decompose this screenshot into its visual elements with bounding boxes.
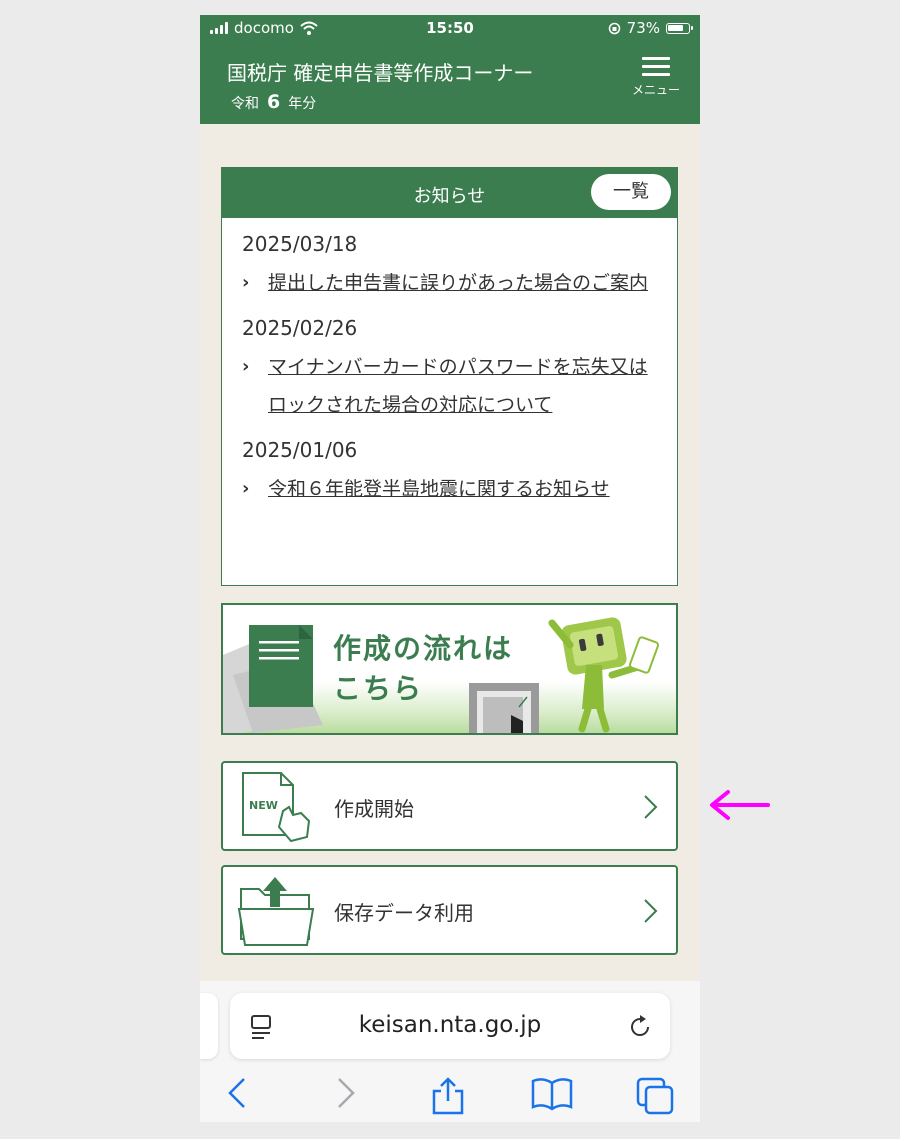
status-right: 73%: [608, 19, 693, 37]
orientation-lock-icon: [608, 22, 620, 34]
use-saved-data-button[interactable]: 保存データ利用: [221, 865, 678, 955]
reload-icon[interactable]: [626, 1013, 654, 1041]
flow-guide-banner[interactable]: 作成の流れは こちら: [221, 603, 678, 735]
back-icon[interactable]: [226, 1077, 250, 1109]
notice-item[interactable]: › 令和６年能登半島地震に関するお知らせ: [242, 470, 657, 508]
previous-tab-edge[interactable]: [200, 993, 218, 1059]
notice-panel: お知らせ 一覧 2025/03/18 › 提出した申告書に誤りがあった場合のご案…: [221, 167, 678, 586]
use-saved-data-label: 保存データ利用: [334, 901, 474, 925]
url-text[interactable]: keisan.nta.go.jp: [230, 1012, 670, 1038]
chevron-right-icon: ›: [242, 356, 250, 377]
start-creation-label: 作成開始: [334, 797, 414, 821]
notice-header: お知らせ 一覧: [222, 168, 677, 218]
browser-toolbar: [200, 1069, 700, 1122]
notice-link[interactable]: 提出した申告書に誤りがあった場合のご案内: [268, 264, 648, 302]
chevron-right-icon: [644, 795, 658, 819]
site-title[interactable]: 国税庁 確定申告書等作成コーナー: [227, 57, 533, 86]
share-icon[interactable]: [430, 1077, 466, 1115]
notice-list: 2025/03/18 › 提出した申告書に誤りがあった場合のご案内 2025/0…: [222, 218, 677, 508]
notice-list-button[interactable]: 一覧: [591, 174, 671, 210]
year-suffix: 年分: [288, 96, 317, 112]
notice-link[interactable]: マイナンバーカードのパスワードを忘失又はロックされた場合の対応について: [268, 348, 657, 424]
mascot-icon: [548, 617, 660, 733]
notice-item[interactable]: › マイナンバーカードのパスワードを忘失又はロックされた場合の対応について: [242, 348, 657, 424]
year-number: 6: [267, 91, 281, 113]
notice-link[interactable]: 令和６年能登半島地震に関するお知らせ: [268, 470, 610, 508]
era: 令和: [231, 96, 259, 112]
banner-line-1: 作成の流れは: [333, 632, 514, 665]
chevron-right-icon: [644, 899, 658, 923]
tax-year: 令和 6 年分: [231, 91, 316, 113]
browser-bar: keisan.nta.go.jp: [200, 981, 700, 1122]
notice-date: 2025/03/18: [242, 232, 358, 256]
folder-upload-icon: [237, 877, 315, 946]
new-document-icon: NEW: [242, 772, 311, 843]
bookmarks-icon[interactable]: [531, 1077, 573, 1111]
annotation-arrow-icon: [710, 790, 770, 820]
chevron-right-icon: ›: [242, 272, 250, 293]
tabs-icon[interactable]: [636, 1077, 674, 1115]
address-bar[interactable]: keisan.nta.go.jp: [230, 993, 670, 1059]
battery-icon: [666, 22, 693, 34]
notice-item[interactable]: › 提出した申告書に誤りがあった場合のご案内: [242, 264, 657, 302]
document-stack-icon: [223, 625, 323, 733]
start-creation-button[interactable]: NEW 作成開始: [221, 761, 678, 851]
menu-button[interactable]: メニュー: [624, 57, 688, 105]
menu-label: メニュー: [631, 83, 680, 97]
new-label: NEW: [249, 799, 278, 812]
phone-screen: docomo 15:50 73% 国税庁 確定申告書等作成コーナー 令和 6 年…: [200, 15, 700, 1122]
hamburger-icon: [642, 57, 670, 76]
notice-date: 2025/02/26: [242, 316, 358, 340]
notice-date: 2025/01/06: [242, 438, 358, 462]
site-header: 国税庁 確定申告書等作成コーナー 令和 6 年分 メニュー: [200, 41, 700, 124]
chevron-right-icon: ›: [242, 478, 250, 499]
forward-icon[interactable]: [333, 1077, 357, 1109]
screen-tap-icon: [469, 683, 539, 733]
battery-percent: 73%: [626, 19, 660, 37]
status-bar: docomo 15:50 73%: [200, 15, 700, 41]
